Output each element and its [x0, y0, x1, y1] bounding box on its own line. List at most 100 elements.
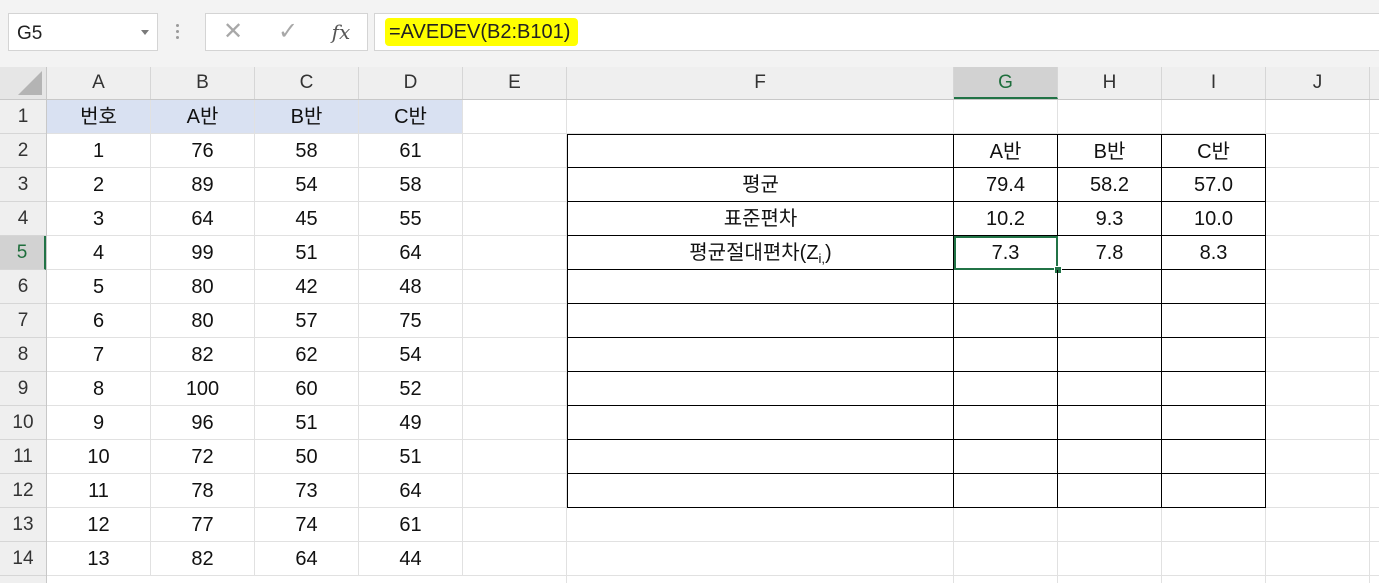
cell-b9[interactable]: 100	[151, 372, 255, 406]
row-header-4[interactable]: 4	[0, 202, 46, 236]
cell-d7[interactable]: 75	[359, 304, 463, 338]
cell-d1[interactable]: C반	[359, 100, 463, 134]
cell-grid[interactable]: 번호 A반 B반 C반 1 76 58 61 2 89 54 58 3 64 45 55 4 99 51 64…	[47, 100, 1379, 583]
row-header-5[interactable]: 5	[0, 236, 46, 270]
empty-cell[interactable]	[954, 576, 1058, 583]
stats-empty-cell[interactable]	[567, 440, 954, 474]
cell-b1[interactable]: A반	[151, 100, 255, 134]
empty-cell[interactable]	[1370, 542, 1379, 576]
stats-empty-cell[interactable]	[1058, 440, 1162, 474]
insert-function-icon[interactable]: fx	[326, 18, 356, 46]
empty-cell[interactable]	[1058, 100, 1162, 134]
stats-empty-cell[interactable]	[567, 406, 954, 440]
stats-empty-cell[interactable]	[954, 338, 1058, 372]
row-header-14[interactable]: 14	[0, 542, 46, 576]
empty-cell[interactable]	[1266, 576, 1370, 583]
empty-cell[interactable]	[1370, 372, 1379, 406]
stats-empty-cell[interactable]	[567, 474, 954, 508]
cell-a8[interactable]: 7	[47, 338, 151, 372]
stats-empty-cell[interactable]	[1058, 270, 1162, 304]
cell-a6[interactable]: 5	[47, 270, 151, 304]
empty-cell[interactable]	[567, 100, 954, 134]
empty-cell[interactable]	[1370, 304, 1379, 338]
column-header-b[interactable]: B	[151, 67, 255, 99]
stats-mean-a[interactable]: 79.4	[954, 168, 1058, 202]
cell-d4[interactable]: 55	[359, 202, 463, 236]
row-header-12[interactable]: 12	[0, 474, 46, 508]
stats-empty-cell[interactable]	[1058, 372, 1162, 406]
cell-d9[interactable]: 52	[359, 372, 463, 406]
stats-stdev-b[interactable]: 9.3	[1058, 202, 1162, 236]
stats-stdev-c[interactable]: 10.0	[1162, 202, 1266, 236]
cell-a12[interactable]: 11	[47, 474, 151, 508]
stats-empty-cell[interactable]	[954, 406, 1058, 440]
select-all-button[interactable]	[0, 67, 47, 99]
empty-cell[interactable]	[1266, 440, 1370, 474]
stats-header-b[interactable]: B반	[1058, 134, 1162, 168]
empty-cell[interactable]	[1266, 338, 1370, 372]
cell-d11[interactable]: 51	[359, 440, 463, 474]
empty-cell[interactable]	[1370, 202, 1379, 236]
empty-cell[interactable]	[1266, 168, 1370, 202]
cell-a13[interactable]: 12	[47, 508, 151, 542]
cell-b2[interactable]: 76	[151, 134, 255, 168]
cell-c1[interactable]: B반	[255, 100, 359, 134]
cell-b12[interactable]: 78	[151, 474, 255, 508]
empty-cell[interactable]	[463, 168, 567, 202]
column-header-i[interactable]: I	[1162, 67, 1266, 99]
cell-a4[interactable]: 3	[47, 202, 151, 236]
column-header-j[interactable]: J	[1266, 67, 1370, 99]
empty-cell[interactable]	[567, 542, 954, 576]
stats-mean-c[interactable]: 57.0	[1162, 168, 1266, 202]
stats-header-blank[interactable]	[567, 134, 954, 168]
stats-empty-cell[interactable]	[567, 372, 954, 406]
column-header-h[interactable]: H	[1058, 67, 1162, 99]
row-header-8[interactable]: 8	[0, 338, 46, 372]
cell-a9[interactable]: 8	[47, 372, 151, 406]
row-header-2[interactable]: 2	[0, 134, 46, 168]
cell-a10[interactable]: 9	[47, 406, 151, 440]
row-header-9[interactable]: 9	[0, 372, 46, 406]
empty-cell[interactable]	[1162, 576, 1266, 583]
stats-empty-cell[interactable]	[1162, 406, 1266, 440]
empty-cell[interactable]	[954, 508, 1058, 542]
cell-d12[interactable]: 64	[359, 474, 463, 508]
empty-cell[interactable]	[1370, 100, 1379, 134]
cancel-icon[interactable]: ✕	[218, 18, 248, 46]
empty-cell[interactable]	[463, 372, 567, 406]
empty-cell[interactable]	[463, 406, 567, 440]
stats-label-stdev[interactable]: 표준편차	[567, 202, 954, 236]
stats-label-mean[interactable]: 평균	[567, 168, 954, 202]
cell-c6[interactable]: 42	[255, 270, 359, 304]
stats-label-avedev[interactable]: 평균절대편차(Zi,)	[567, 236, 954, 270]
cell-a2[interactable]: 1	[47, 134, 151, 168]
column-header-c[interactable]: C	[255, 67, 359, 99]
stats-empty-cell[interactable]	[1058, 304, 1162, 338]
enter-check-icon[interactable]: ✓	[273, 18, 303, 46]
cell-c9[interactable]: 60	[255, 372, 359, 406]
stats-empty-cell[interactable]	[954, 440, 1058, 474]
empty-cell[interactable]	[1370, 440, 1379, 474]
formula-bar-grip-icon[interactable]	[176, 24, 180, 42]
row-header-11[interactable]: 11	[0, 440, 46, 474]
cell-b14[interactable]: 82	[151, 542, 255, 576]
empty-cell[interactable]	[1370, 576, 1379, 583]
row-header-10[interactable]: 10	[0, 406, 46, 440]
cell-a5[interactable]: 4	[47, 236, 151, 270]
stats-empty-cell[interactable]	[1058, 474, 1162, 508]
empty-cell[interactable]	[1162, 542, 1266, 576]
stats-empty-cell[interactable]	[954, 270, 1058, 304]
empty-cell[interactable]	[1162, 100, 1266, 134]
empty-cell[interactable]	[463, 236, 567, 270]
row-header-3[interactable]: 3	[0, 168, 46, 202]
empty-cell[interactable]	[1058, 542, 1162, 576]
empty-cell[interactable]	[567, 576, 954, 583]
cell-b6[interactable]: 80	[151, 270, 255, 304]
empty-cell[interactable]	[463, 100, 567, 134]
empty-cell[interactable]	[1370, 270, 1379, 304]
empty-cell[interactable]	[463, 542, 567, 576]
column-header-f[interactable]: F	[567, 67, 954, 99]
cell-b11[interactable]: 72	[151, 440, 255, 474]
empty-cell[interactable]	[463, 270, 567, 304]
empty-cell[interactable]	[1058, 576, 1162, 583]
